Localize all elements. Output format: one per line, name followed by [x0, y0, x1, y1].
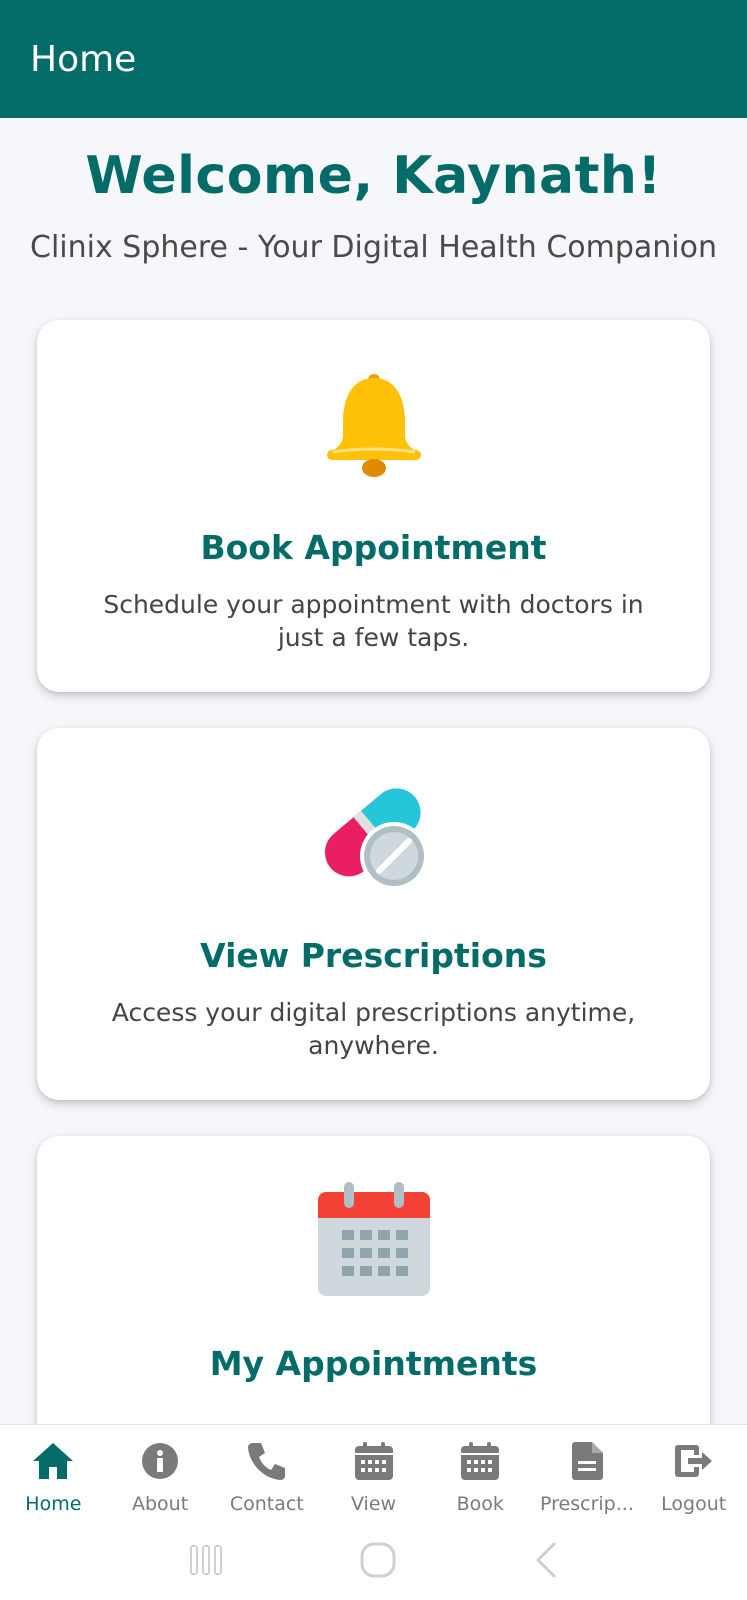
nav-label: Prescrip... [540, 1493, 634, 1515]
document-icon [565, 1439, 609, 1483]
info-icon [138, 1439, 182, 1483]
nav-item-logout[interactable]: Logout [640, 1425, 747, 1524]
calendar-icon [37, 1180, 710, 1300]
nav-item-contact[interactable]: Contact [213, 1425, 320, 1524]
home-icon [31, 1439, 75, 1483]
book-appointment-card[interactable]: Book Appointment Schedule your appointme… [37, 320, 710, 692]
bottom-navigation: Home About Contact View Book Prescrip...… [0, 1424, 747, 1524]
card-description: Schedule your appointment with doctors i… [103, 590, 644, 652]
nav-item-book[interactable]: Book [427, 1425, 534, 1524]
nav-label: View [350, 1493, 397, 1515]
system-navigation-bar [0, 1524, 747, 1600]
home-button-icon[interactable] [360, 1542, 396, 1582]
nav-item-prescriptions[interactable]: Prescrip... [534, 1425, 641, 1524]
nav-item-about[interactable]: About [107, 1425, 214, 1524]
pills-icon [37, 772, 710, 896]
card-title: Book Appointment [200, 528, 547, 567]
card-title: View Prescriptions [200, 936, 547, 975]
recent-apps-icon[interactable] [189, 1544, 223, 1580]
welcome-subtitle: Clinix Sphere - Your Digital Health Comp… [30, 230, 717, 265]
phone-icon [245, 1439, 289, 1483]
card-description: Access your digital prescriptions anytim… [111, 998, 636, 1060]
nav-label: About [131, 1493, 189, 1515]
nav-label: Home [25, 1493, 82, 1515]
main-content[interactable]: Welcome, Kaynath! Clinix Sphere - Your D… [0, 118, 747, 1424]
app-bar: Home [0, 0, 747, 118]
nav-label: Contact [229, 1493, 304, 1515]
card-title: My Appointments [209, 1344, 538, 1383]
back-icon[interactable] [534, 1542, 558, 1582]
bell-icon [37, 370, 710, 482]
my-appointments-card[interactable]: My Appointments [37, 1136, 710, 1424]
nav-label: Book [456, 1493, 504, 1515]
nav-item-home[interactable]: Home [0, 1425, 107, 1524]
nav-item-view[interactable]: View [320, 1425, 427, 1524]
logout-icon [672, 1439, 716, 1483]
welcome-heading: Welcome, Kaynath! [85, 146, 662, 206]
calendar-grid-icon [458, 1439, 502, 1483]
nav-label: Logout [661, 1493, 727, 1515]
calendar-grid-icon [352, 1439, 396, 1483]
view-prescriptions-card[interactable]: View Prescriptions Access your digital p… [37, 728, 710, 1100]
page-title: Home [30, 38, 137, 80]
